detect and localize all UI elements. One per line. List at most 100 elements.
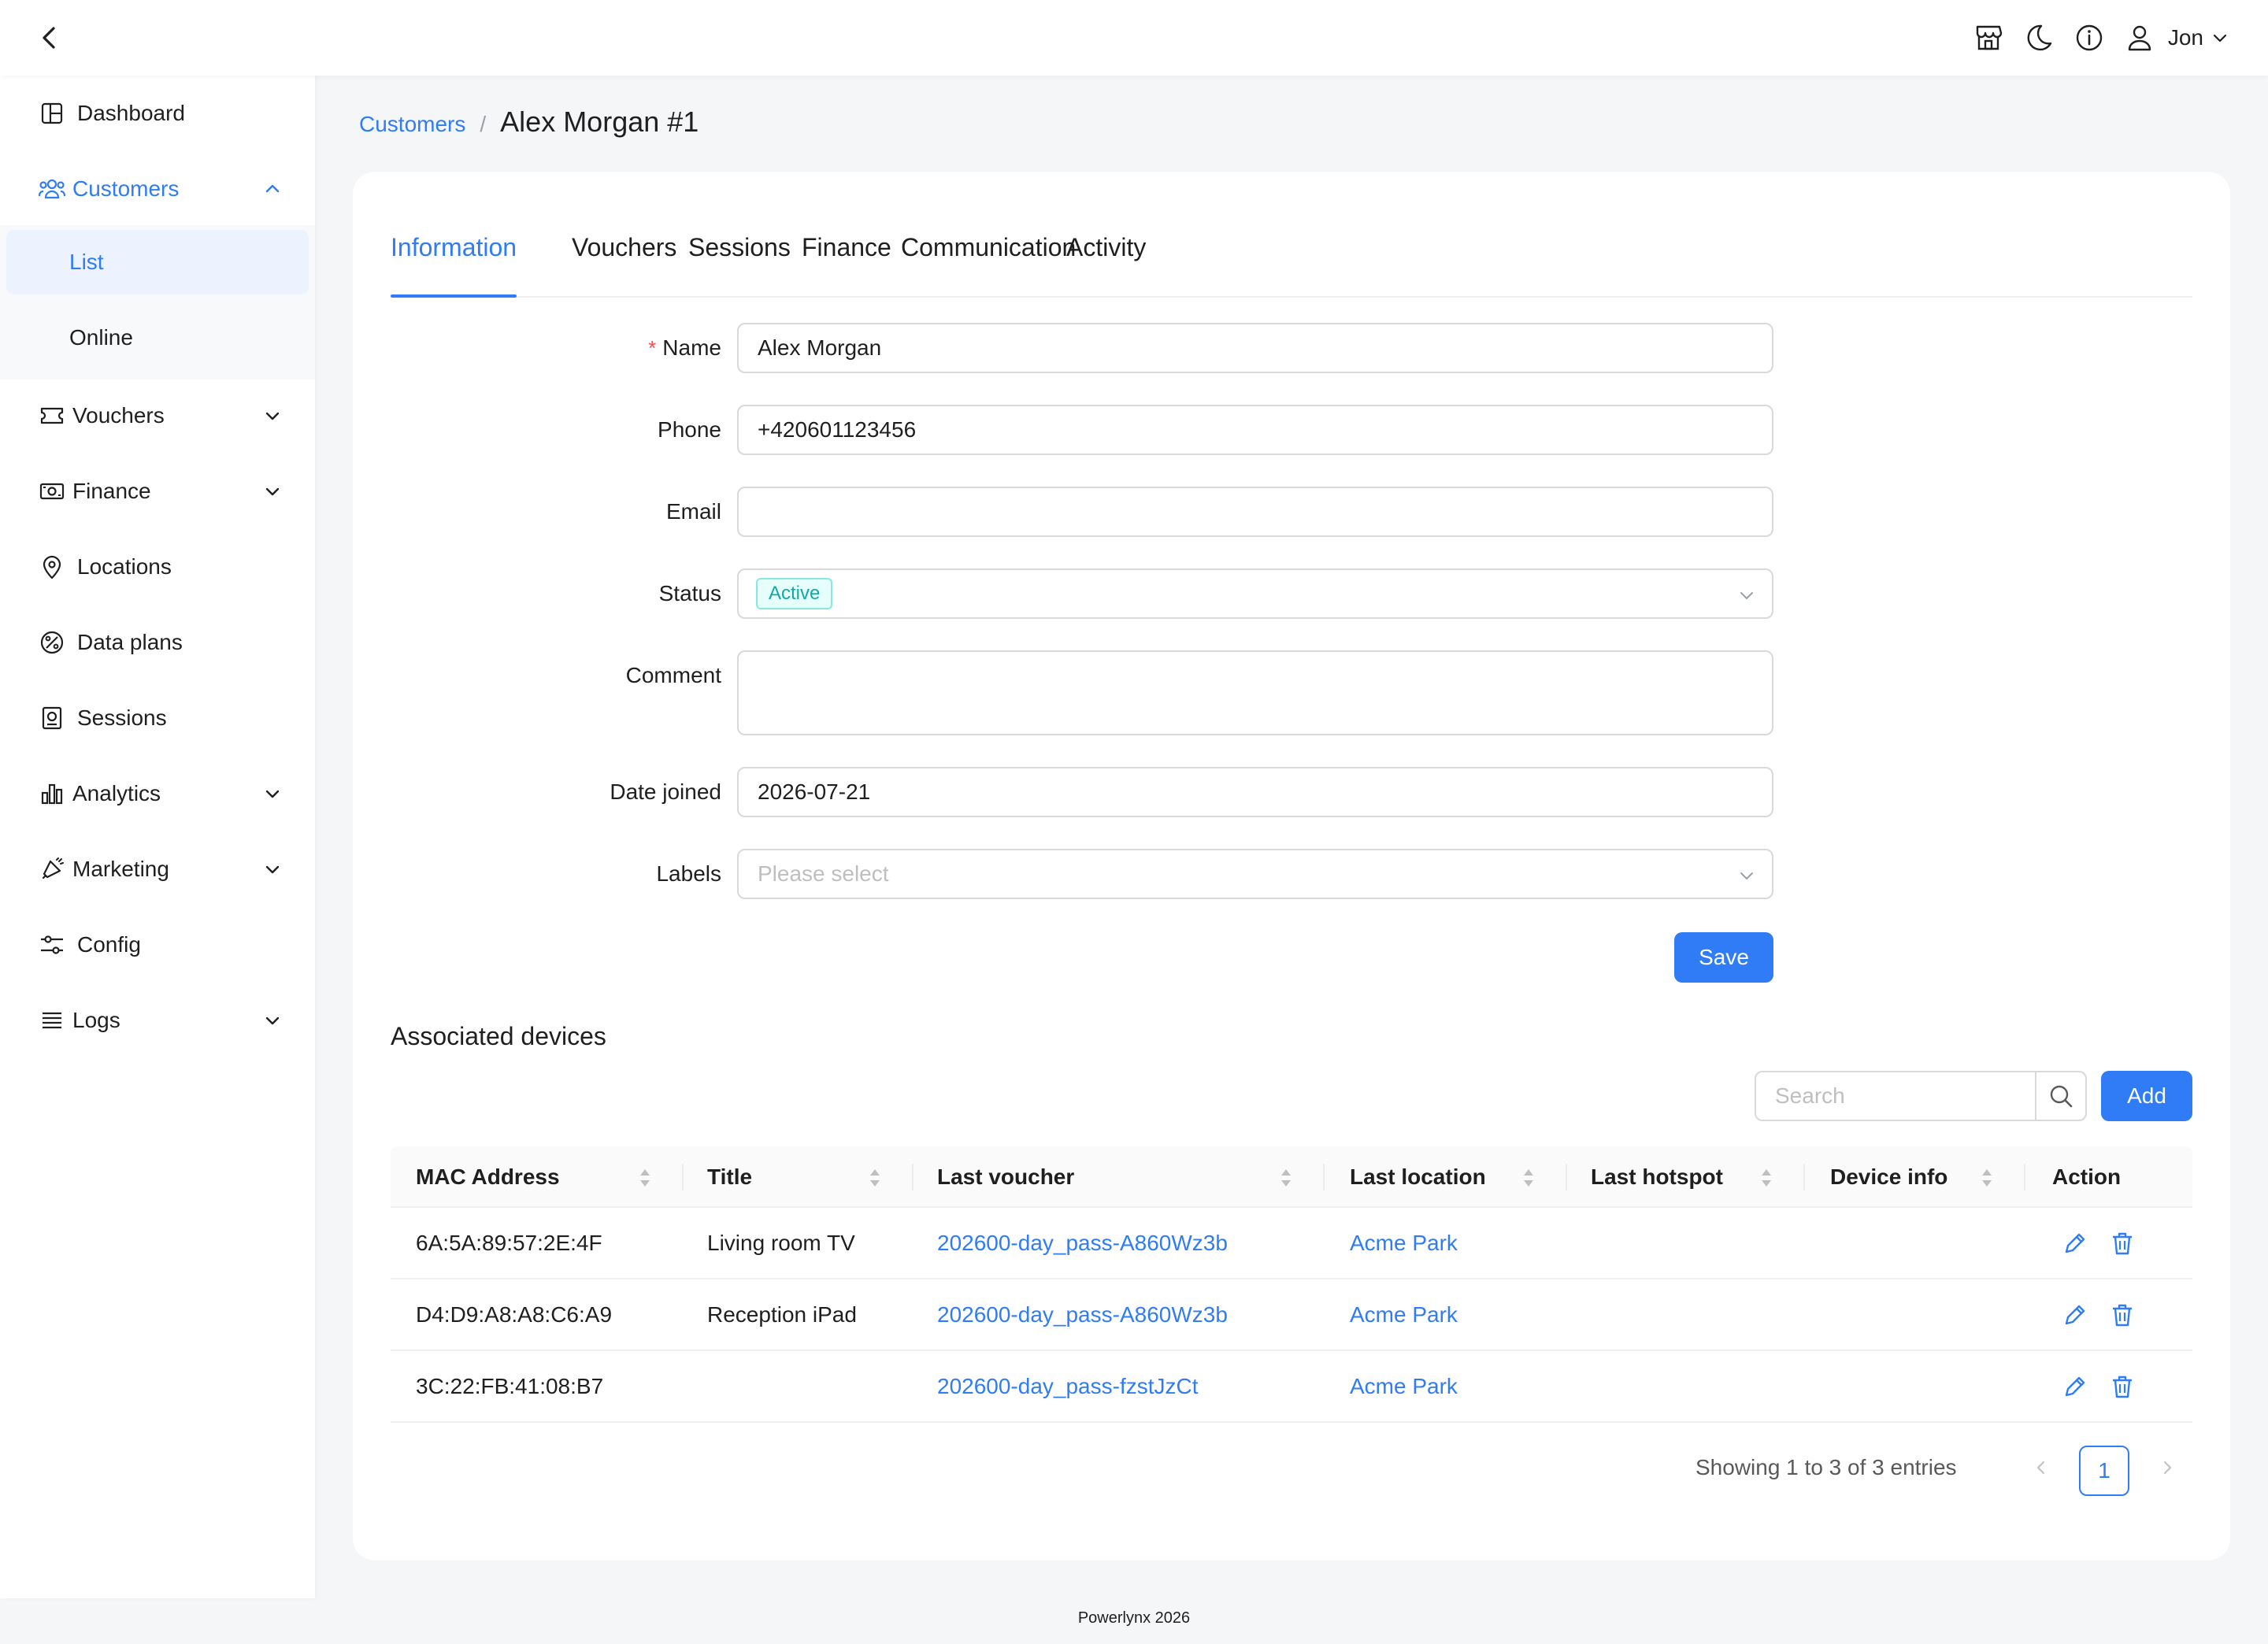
location-link[interactable]: Acme Park (1350, 1302, 1458, 1327)
search-icon (2050, 1085, 2073, 1108)
sidebar-item-locations[interactable]: Locations (0, 529, 315, 605)
edit-icon[interactable] (2062, 1373, 2088, 1400)
column-header-last-hotspot: Last hotspot (1591, 1164, 1723, 1189)
sidebar-item-label: Sessions (77, 705, 167, 730)
customer-card: Information Vouchers Sessions Finance Co… (353, 172, 2230, 1561)
sidebar-item-vouchers[interactable]: Vouchers (0, 378, 315, 454)
location-pin-icon (38, 553, 66, 581)
sidebar-item-analytics[interactable]: Analytics (0, 756, 315, 831)
ticket-icon (38, 402, 66, 430)
sort-icon[interactable] (638, 1165, 652, 1190)
sidebar-item-label: Locations (77, 554, 172, 579)
cell-title: Reception iPad (707, 1302, 857, 1327)
save-button[interactable]: Save (1674, 932, 1773, 983)
table-row: 6A:5A:89:57:2E:4F Living room TV 202600-… (391, 1208, 2192, 1279)
chevron-down-icon (265, 1016, 280, 1025)
device-search-input[interactable] (1756, 1072, 2036, 1120)
voucher-link[interactable]: 202600-day_pass-fzstJzCt (937, 1374, 1199, 1399)
sidebar-subitem-list[interactable]: List (6, 230, 309, 294)
voucher-link[interactable]: 202600-day_pass-A860Wz3b (937, 1302, 1228, 1327)
user-name[interactable]: Jon (2168, 25, 2203, 50)
location-link[interactable]: Acme Park (1350, 1374, 1458, 1399)
sidebar-item-dashboard[interactable]: Dashboard (0, 76, 315, 151)
column-divider (2024, 1164, 2025, 1190)
page-number-button[interactable]: 1 (2079, 1446, 2129, 1496)
megaphone-icon (38, 855, 66, 883)
next-page-icon[interactable] (2156, 1457, 2178, 1479)
prev-page-icon[interactable] (2030, 1457, 2052, 1479)
sidebar-item-label: Vouchers (72, 403, 165, 428)
top-header: Jon (0, 0, 2268, 76)
sidebar-subitem-online[interactable]: Online (6, 305, 309, 370)
column-header-mac: MAC Address (416, 1164, 560, 1189)
table-row: 3C:22:FB:41:08:B7 202600-day_pass-fzstJz… (391, 1351, 2192, 1423)
associated-devices-title: Associated devices (391, 1022, 606, 1050)
location-link[interactable]: Acme Park (1350, 1231, 1458, 1256)
search-button[interactable] (2035, 1072, 2085, 1120)
sidebar-item-sessions[interactable]: Sessions (0, 680, 315, 756)
delete-icon[interactable] (2109, 1302, 2136, 1328)
delete-icon[interactable] (2109, 1230, 2136, 1257)
status-badge: Active (756, 578, 833, 609)
chevron-down-icon (1740, 872, 1753, 879)
moon-icon[interactable] (2022, 20, 2056, 55)
sidebar-item-config[interactable]: Config (0, 907, 315, 983)
pagination-info: Showing 1 to 3 of 3 entries (1695, 1455, 1957, 1479)
sidebar-item-label: Finance (72, 479, 151, 503)
sort-icon[interactable] (868, 1165, 882, 1190)
phone-label: Phone (658, 417, 721, 442)
sidebar-item-customers[interactable]: Customers (0, 151, 315, 227)
dashboard-icon (38, 99, 66, 128)
delete-icon[interactable] (2109, 1373, 2136, 1400)
money-icon (38, 477, 66, 505)
list-icon (38, 1006, 66, 1035)
sidebar-subitem-label: List (69, 250, 104, 274)
email-field[interactable] (737, 487, 1773, 537)
status-select[interactable]: Active (737, 568, 1773, 619)
breadcrumb-customers-link[interactable]: Customers (359, 112, 465, 137)
page-title: Alex Morgan #1 (500, 106, 699, 138)
sidebar-item-label: Analytics (72, 781, 161, 805)
add-device-button[interactable]: Add (2101, 1071, 2192, 1121)
sidebar-item-label: Customers (72, 176, 180, 201)
sort-icon[interactable] (1980, 1165, 1994, 1190)
date-joined-label: Date joined (610, 779, 721, 804)
sort-icon[interactable] (1759, 1165, 1773, 1190)
table-row: D4:D9:A8:A8:C6:A9 Reception iPad 202600-… (391, 1279, 2192, 1351)
sidebar-item-data-plans[interactable]: Data plans (0, 605, 315, 680)
user-icon[interactable] (2122, 20, 2157, 55)
column-divider (1323, 1164, 1325, 1190)
edit-icon[interactable] (2062, 1230, 2088, 1257)
comment-textarea[interactable] (737, 650, 1773, 735)
back-icon[interactable] (35, 22, 66, 54)
info-icon[interactable] (2072, 20, 2107, 55)
cell-mac: 3C:22:FB:41:08:B7 (416, 1373, 604, 1398)
phone-field[interactable]: +420601123456 (737, 405, 1773, 455)
sliders-icon (38, 931, 66, 959)
sessions-icon (38, 704, 66, 732)
sidebar-item-logs[interactable]: Logs (0, 983, 315, 1058)
column-header-last-location: Last location (1350, 1164, 1486, 1189)
header-actions: Jon (1955, 19, 2229, 57)
chevron-down-icon[interactable] (2211, 29, 2229, 46)
sort-icon[interactable] (1279, 1165, 1293, 1190)
sidebar-item-label: Logs (72, 1008, 120, 1032)
date-joined-field[interactable]: 2026-07-21 (737, 767, 1773, 817)
footer: Powerlynx 2026 (1077, 1609, 1191, 1627)
comment-label: Comment (625, 663, 721, 687)
sidebar-item-marketing[interactable]: Marketing (0, 831, 315, 907)
sidebar-item-label: Dashboard (77, 101, 185, 125)
cell-mac: 6A:5A:89:57:2E:4F (416, 1230, 602, 1255)
store-icon[interactable] (1971, 20, 2006, 55)
sidebar-item-finance[interactable]: Finance (0, 454, 315, 529)
chevron-down-icon (1740, 592, 1753, 599)
edit-icon[interactable] (2062, 1302, 2088, 1328)
voucher-link[interactable]: 202600-day_pass-A860Wz3b (937, 1231, 1228, 1256)
breadcrumb-separator: / (480, 112, 487, 136)
column-header-action: Action (2052, 1164, 2122, 1189)
sidebar-item-label: Marketing (72, 857, 169, 881)
name-field[interactable]: Alex Morgan (737, 323, 1773, 373)
device-search (1755, 1071, 2087, 1121)
labels-select[interactable]: Please select (737, 849, 1773, 899)
sort-icon[interactable] (1521, 1165, 1536, 1190)
